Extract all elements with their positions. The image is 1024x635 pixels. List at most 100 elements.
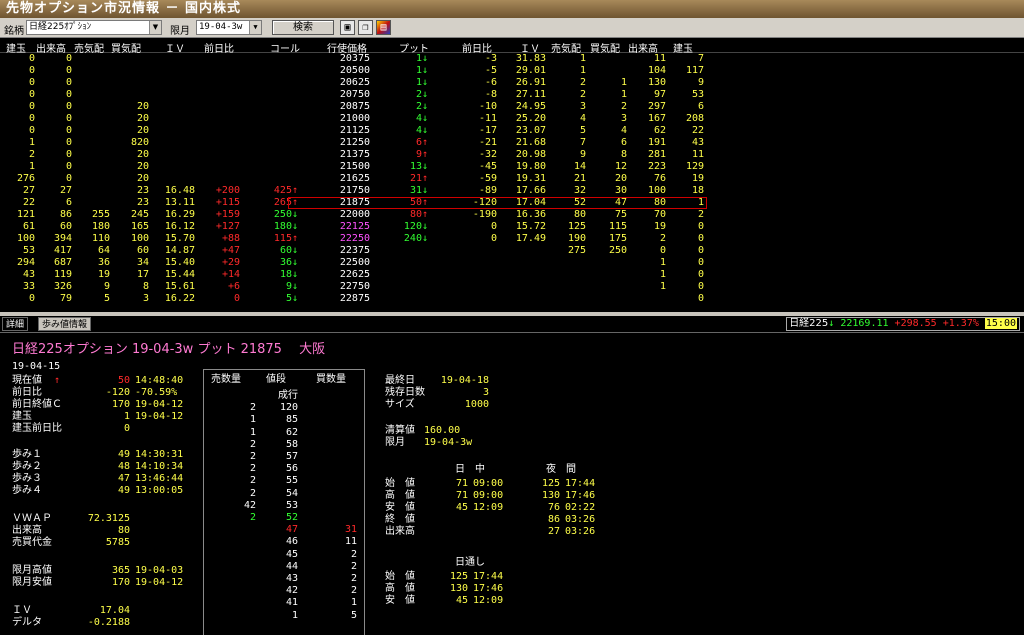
ladder-sell-qty: 2 [249,438,256,450]
ladder-price[interactable]: 57 [286,451,298,463]
ladder-price[interactable]: 成行 [278,390,298,402]
ladder-price[interactable]: 120 [280,402,298,414]
summary-label: ＶＷＡＰ [12,513,52,524]
cell-c-iv: 15.44 [164,269,195,280]
cell-p-chg: -3 [484,53,497,64]
cell-p-vol: 62 [653,125,666,136]
table-row[interactable]: 121 86 255 245 16.29 +159 250↓ 22000 80↑ -190 16.3… [0,209,1024,221]
cell-p-oi: 0 [697,245,704,256]
cell-c-aq: 34 [136,257,149,268]
ladder-price[interactable]: 45 [286,549,298,561]
table-row[interactable]: 2 0 20 21375 9↑ -32 20.98 9 8 281 11 [0,149,1024,161]
ladder-price[interactable]: 56 [286,463,298,475]
table-row[interactable]: 1 0 20 21500 13↓ -45 19.80 14 12 223 129 [0,161,1024,173]
cell-p-px: 21↑ [409,173,428,184]
summary-label: ＩＶ [12,605,32,616]
ladder-price[interactable]: 54 [286,488,298,500]
cell-p-bq: 32 [573,185,586,196]
cell-p-bq: 125 [567,221,586,232]
cell-c-iv: 15.70 [164,233,195,244]
ladder-price[interactable]: 62 [286,427,298,439]
table-row[interactable]: 0 0 20 21125 4↓ -17 23.07 5 4 62 22 [0,125,1024,137]
copy-icon[interactable]: ❐ [358,20,373,35]
summary-value: 72.3125 [87,513,130,524]
cell-p-px: 2↓ [415,89,428,100]
cell-k: 20500 [339,65,370,76]
table-row[interactable]: 43 119 19 17 15.44 +14 18↓ 22625 1 0 [0,269,1024,281]
cell-c-iv: 14.87 [164,245,195,256]
cell-c-oi: 43 [22,269,35,280]
search-button[interactable]: 検索 [272,20,334,35]
summary-value: 1 [123,411,130,422]
cell-c-chg: +88 [221,233,240,244]
cell-c-iv: 15.40 [164,257,195,268]
tab-ticks[interactable]: 歩み値情報 [38,317,92,331]
ladder-price[interactable]: 42 [286,585,298,597]
table-row[interactable]: 1 0 820 21250 6↑ -21 21.68 7 6 191 43 [0,137,1024,149]
table-row[interactable]: 33 326 9 8 15.61 +6 9↓ 22750 1 0 [0,281,1024,293]
table-row[interactable]: 22 6 23 13.11 +115 265↑ 21875 50↑ -120 17.04 52 47 8… [0,197,1024,209]
chevron-down-icon[interactable]: ▼ [149,21,161,34]
cell-c-vol: 0 [65,113,72,124]
brand-select[interactable]: 日経225ｵﾌﾟｼｮﾝ ▼ [26,20,162,35]
ladder-price[interactable]: 46 [286,536,298,548]
table-row[interactable]: 53 417 64 60 14.87 +47 60↓ 22375 275 250 0 0 [0,245,1024,257]
ladder-price[interactable]: 41 [286,597,298,609]
cell-c-chg: +47 [221,245,240,256]
summary-sub-value: 13:00:05 [135,485,184,496]
cell-c-oi: 0 [28,113,35,124]
cell-p-oi: 0 [697,269,704,280]
session-night-price: 130 [541,490,560,501]
cell-p-iv: 20.98 [515,149,546,160]
table-row[interactable]: 276 0 20 21625 21↑ -59 19.31 21 20 76 19 [0,173,1024,185]
summary-value: 5785 [105,537,130,548]
summary-sub-value: 14:48:40 [135,375,184,386]
table-row[interactable]: 61 60 180 165 16.12 +127 180↓ 22125 120↓ 0 15.72 12… [0,221,1024,233]
cell-c-vol: 417 [53,245,72,256]
table-row[interactable]: 0 0 20375 1↓ -3 31.83 1 11 7 [0,53,1024,65]
detail-tabbar: 詳細 歩み値情報 日経225↓ 22169.11 +298.55 +1.37% … [0,316,1024,333]
cell-p-bq: 7 [579,137,586,148]
cell-c-oi: 0 [28,101,35,112]
chevron-down-icon[interactable]: ▼ [249,21,261,34]
ladder-price[interactable]: 53 [286,500,298,512]
tab-detail[interactable]: 詳細 [2,317,29,331]
cell-k: 21500 [339,161,370,172]
cell-c-aq: 60 [136,245,149,256]
cell-p-aq: 115 [608,221,627,232]
table-row[interactable]: 294 687 36 34 15.40 +29 36↓ 22500 1 0 [0,257,1024,269]
save-icon[interactable]: ▣ [340,20,355,35]
ladder-price[interactable]: 52 [286,512,298,524]
table-row[interactable]: 0 0 20500 1↓ -5 29.01 1 104 117 [0,65,1024,77]
cell-c-vol: 0 [65,125,72,136]
summary-sub-value: 19-04-03 [135,565,184,576]
cell-k: 22375 [339,245,370,256]
ladder-buy-qty: 31 [344,524,357,536]
cell-c-aq: 100 [130,233,149,244]
ladder-price[interactable]: 85 [286,414,298,426]
detail-date: 19-04-15 [12,361,61,372]
month-select[interactable]: 19-04-3w ▼ [196,20,262,35]
cell-p-iv: 27.11 [515,89,546,100]
table-row[interactable]: 100 394 110 100 15.70 +88 115↑ 22250 240↓ 0 17.49 1… [0,233,1024,245]
table-row[interactable]: 0 0 20 20875 2↓ -10 24.95 3 2 297 6 [0,101,1024,113]
cell-p-vol: 297 [647,101,666,112]
summary-value: 48 [117,461,130,472]
ladder-price[interactable]: 43 [286,573,298,585]
ladder-price[interactable]: 47 [286,524,298,536]
chart-icon[interactable]: ▤ [376,20,391,35]
cell-k: 22625 [339,269,370,280]
table-row[interactable]: 0 0 20625 1↓ -6 26.91 2 1 130 9 [0,77,1024,89]
ladder-price[interactable]: 58 [286,439,298,451]
table-row[interactable]: 0 79 5 3 16.22 0 5↓ 22875 0 [0,293,1024,305]
ticker-price: 22169.11 [840,318,889,329]
cell-p-aq: 75 [614,209,627,220]
ladder-price[interactable]: 55 [286,475,298,487]
table-row[interactable]: 0 0 20750 2↓ -8 27.11 2 1 97 53 [0,89,1024,101]
cell-c-iv: 15.61 [164,281,195,292]
table-row[interactable]: 27 27 23 16.48 +200 425↑ 21750 31↓ -89 17.66 32 30 1… [0,185,1024,197]
table-row[interactable]: 0 0 20 21000 4↓ -11 25.20 4 3 167 208 [0,113,1024,125]
ladder-price[interactable]: 1 [292,610,298,622]
cell-p-chg: -59 [478,173,497,184]
ladder-price[interactable]: 44 [286,561,298,573]
